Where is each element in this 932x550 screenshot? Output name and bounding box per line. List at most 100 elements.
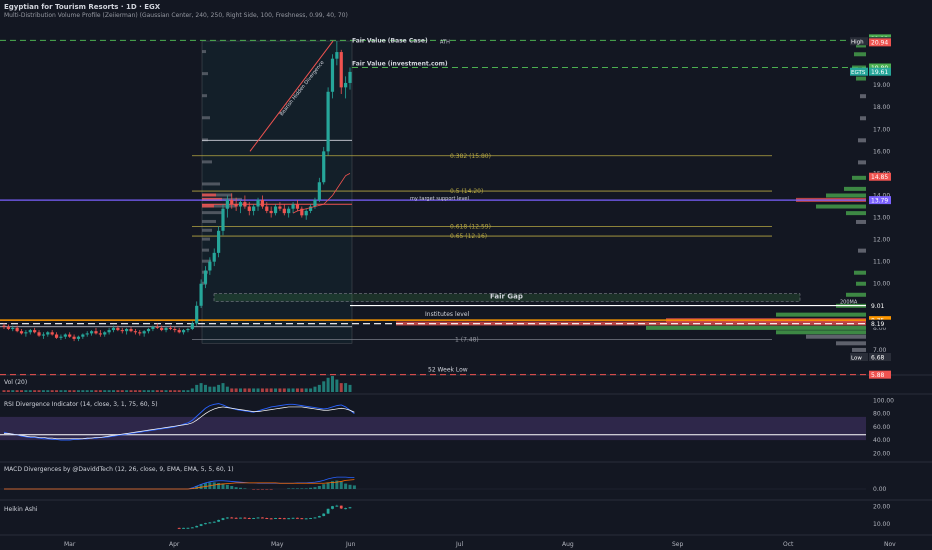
volume-profile-bar-right <box>854 52 866 57</box>
rsi-tick-label: 60.00 <box>873 424 890 431</box>
candle-body <box>234 204 238 207</box>
volume-profile-bar-left <box>202 219 216 223</box>
heikin-body <box>243 517 247 519</box>
volume-bar <box>160 390 164 392</box>
heikin-body <box>269 518 273 520</box>
volume-bar <box>269 388 273 392</box>
heikin-body <box>282 518 286 520</box>
volume-bar <box>11 390 15 392</box>
volume-bar <box>50 390 54 392</box>
heikin-body <box>195 525 199 528</box>
heikin-body <box>221 518 225 520</box>
x-tick-label: Sep <box>672 541 684 548</box>
volume-bar <box>24 390 28 392</box>
candle-body <box>273 206 278 214</box>
volume-profile-bar-right <box>844 186 866 191</box>
macd-histogram-bar <box>352 485 356 489</box>
volume-bar <box>274 388 278 392</box>
heikin-body <box>182 527 185 529</box>
volume-bar <box>295 388 299 392</box>
fib-65-label: 0.65 (12.16) <box>450 233 487 240</box>
price-tick-label: 16.00 <box>873 148 890 155</box>
heikin-body <box>265 518 269 519</box>
macd-histogram-bar <box>339 481 343 489</box>
macd-histogram-bar <box>252 489 256 490</box>
fib-1-label: 1 (7.48) <box>455 336 479 343</box>
rsi-tick-label: 80.00 <box>873 411 890 418</box>
candle-body <box>247 206 251 211</box>
volume-profile-bar-left <box>202 182 220 186</box>
heikin-tick-label: 10.00 <box>873 521 890 528</box>
candle-body <box>46 332 50 335</box>
chart-root: Egyptian for Tourism Resorts · 1D · EGX … <box>0 0 932 550</box>
price-tick-label: 11.00 <box>873 259 890 266</box>
chart-svg[interactable]: 7.008.009.0010.0011.0012.0013.0014.0015.… <box>0 0 932 550</box>
candle-body <box>15 327 19 332</box>
heikin-body <box>287 518 291 520</box>
volume-bar <box>243 388 247 392</box>
macd-histogram-bar <box>322 484 326 489</box>
price-tick-label: 19.00 <box>873 82 890 89</box>
x-tick-label: Jul <box>455 541 464 548</box>
volume-bar <box>252 388 256 392</box>
volume-bar <box>2 390 6 392</box>
volume-bar <box>195 384 199 392</box>
heikin-body <box>199 524 203 526</box>
candle-body <box>81 334 85 337</box>
candle-body <box>85 333 89 335</box>
candle-body <box>190 323 194 329</box>
heikin-body <box>331 506 334 509</box>
heikin-body <box>247 518 251 519</box>
volume-bar <box>155 390 159 392</box>
candle-body <box>89 331 94 334</box>
heikin-body <box>309 518 312 519</box>
candle-body <box>269 210 273 214</box>
candle-body <box>238 202 243 207</box>
volume-profile-bar-right <box>858 248 866 253</box>
heikin-body <box>256 517 260 519</box>
heikin-body <box>234 517 238 519</box>
volume-bar <box>300 388 304 392</box>
heikin-body <box>261 517 264 519</box>
heikin-body <box>186 527 190 529</box>
volume-bar <box>212 386 216 392</box>
x-tick-label: Nov <box>884 541 896 548</box>
price-tick-label: 18.00 <box>873 104 890 111</box>
candle-body <box>221 208 225 231</box>
volume-profile-bar-left <box>202 116 210 120</box>
volume-bar <box>164 390 168 392</box>
price-tag-label: 20.94 <box>871 40 888 47</box>
candle-body <box>155 326 159 328</box>
volume-profile-bar-right <box>860 116 866 121</box>
volume-profile-bar-right <box>858 160 866 165</box>
rsi-title: RSI Divergence Indicator (14, close, 3, … <box>4 401 158 408</box>
volume-bar <box>68 390 72 392</box>
volume-bar <box>278 388 282 392</box>
price-tick-label: 12.00 <box>873 237 890 244</box>
volume-bar <box>256 388 260 392</box>
volume-bar <box>287 388 291 392</box>
candle-body <box>208 261 212 271</box>
volume-bar <box>6 390 10 392</box>
volume-profile-bar-right <box>856 219 866 224</box>
macd-histogram-bar <box>287 488 291 489</box>
rsi-tick-label: 20.00 <box>873 450 890 457</box>
volume-bar <box>330 376 334 392</box>
macd-histogram-bar <box>295 488 299 489</box>
volume-bar <box>90 390 94 392</box>
candle-body <box>295 204 300 209</box>
candle-body <box>344 82 348 88</box>
macd-histogram-bar <box>291 488 295 489</box>
volume-bar <box>234 388 238 392</box>
candle-body <box>313 199 317 207</box>
candle-body <box>138 332 142 334</box>
candle-body <box>2 325 6 327</box>
volume-bar <box>203 384 207 392</box>
vol-title: Vol (20) <box>4 379 27 386</box>
heikin-body <box>296 517 299 519</box>
heikin-body <box>291 517 295 519</box>
candle-body <box>225 199 229 209</box>
heikin-body <box>326 508 330 514</box>
macd-histogram-bar <box>260 489 264 490</box>
heikin-body <box>177 527 181 529</box>
